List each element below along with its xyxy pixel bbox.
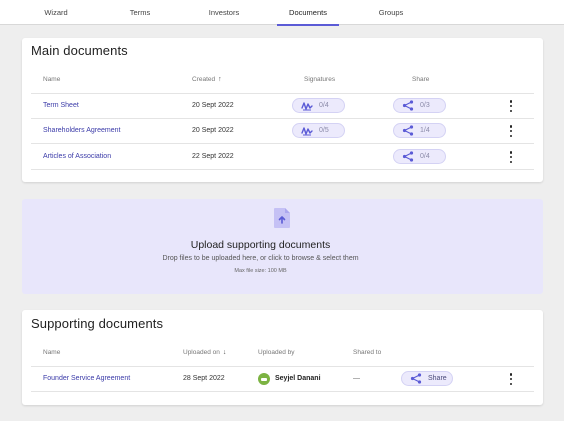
tab-investors[interactable]: Investors — [196, 0, 252, 25]
column-header-shared-to: Shared to — [353, 349, 382, 356]
signature-icon — [301, 126, 313, 135]
column-header-uploaded-by: Uploaded by — [258, 349, 295, 356]
share-count: 0/3 — [420, 102, 430, 109]
share-count: 0/4 — [420, 153, 430, 160]
document-created-date: 20 Sept 2022 — [192, 102, 234, 109]
column-header-name[interactable]: Name — [43, 76, 60, 83]
document-created-date: 20 Sept 2022 — [192, 127, 234, 134]
tab-documents[interactable]: Documents — [277, 0, 339, 26]
share-button[interactable]: Share — [401, 371, 453, 386]
signatures-button[interactable]: 0/5 — [292, 123, 345, 138]
upload-title: Upload supporting documents — [190, 239, 331, 251]
signature-icon — [301, 101, 313, 110]
signatures-count: 0/4 — [319, 102, 329, 109]
shared-to-value: — — [353, 375, 360, 382]
share-icon — [402, 125, 414, 136]
share-icon — [402, 151, 414, 162]
column-header-uploaded-on[interactable]: Uploaded on ↓ — [183, 349, 226, 356]
document-name-term-sheet[interactable]: Term Sheet — [43, 101, 79, 111]
column-header-created[interactable]: Created ↑ — [192, 76, 222, 83]
share-button[interactable]: 1/4 — [393, 123, 446, 138]
file-upload-icon — [274, 208, 290, 228]
column-header-share: Share — [412, 76, 430, 83]
upload-max-size: Max file size: 100 MB — [234, 268, 287, 274]
upload-subtitle: Drop files to be uploaded here, or click… — [162, 255, 359, 262]
uploader-name: Seyjel Danani — [275, 375, 321, 382]
divider — [31, 366, 534, 367]
divider — [31, 391, 534, 392]
arrow-up-icon: ↑ — [218, 76, 222, 83]
main-documents-title: Main documents — [31, 43, 128, 58]
signatures-count: 0/5 — [319, 127, 329, 134]
share-icon — [410, 373, 422, 384]
more-options-icon[interactable] — [507, 151, 515, 163]
more-options-icon[interactable] — [507, 373, 515, 385]
share-icon — [402, 100, 414, 111]
column-header-uploaded-on-label: Uploaded on — [183, 349, 220, 356]
document-name-shareholders-agreement[interactable]: Shareholders Agreement — [43, 126, 120, 136]
divider — [31, 169, 534, 170]
share-button[interactable]: 0/3 — [393, 98, 446, 113]
column-header-signatures: Signatures — [304, 76, 336, 83]
share-label: Share — [428, 375, 447, 382]
tab-terms[interactable]: Terms — [112, 0, 168, 25]
more-options-icon[interactable] — [507, 125, 515, 137]
avatar — [258, 373, 270, 385]
top-navigation: Wizard Terms Investors Documents Groups — [0, 0, 564, 26]
document-uploaded-date: 28 Sept 2022 — [183, 375, 225, 382]
document-created-date: 22 Sept 2022 — [192, 153, 234, 160]
document-name-articles-of-association[interactable]: Articles of Association — [43, 152, 111, 162]
divider — [31, 143, 534, 144]
arrow-down-icon: ↓ — [222, 349, 227, 356]
share-count: 1/4 — [420, 127, 430, 134]
column-header-name[interactable]: Name — [43, 349, 60, 356]
more-options-icon[interactable] — [507, 100, 515, 112]
document-name-founder-service-agreement[interactable]: Founder Service Agreement — [43, 374, 130, 384]
share-button[interactable]: 0/4 — [393, 149, 446, 164]
divider — [31, 93, 534, 94]
tab-groups[interactable]: Groups — [363, 0, 419, 25]
signatures-button[interactable]: 0/4 — [292, 98, 345, 113]
divider — [31, 118, 534, 119]
column-header-created-label: Created — [192, 76, 216, 83]
supporting-documents-title: Supporting documents — [31, 316, 164, 331]
tab-wizard[interactable]: Wizard — [28, 0, 84, 25]
